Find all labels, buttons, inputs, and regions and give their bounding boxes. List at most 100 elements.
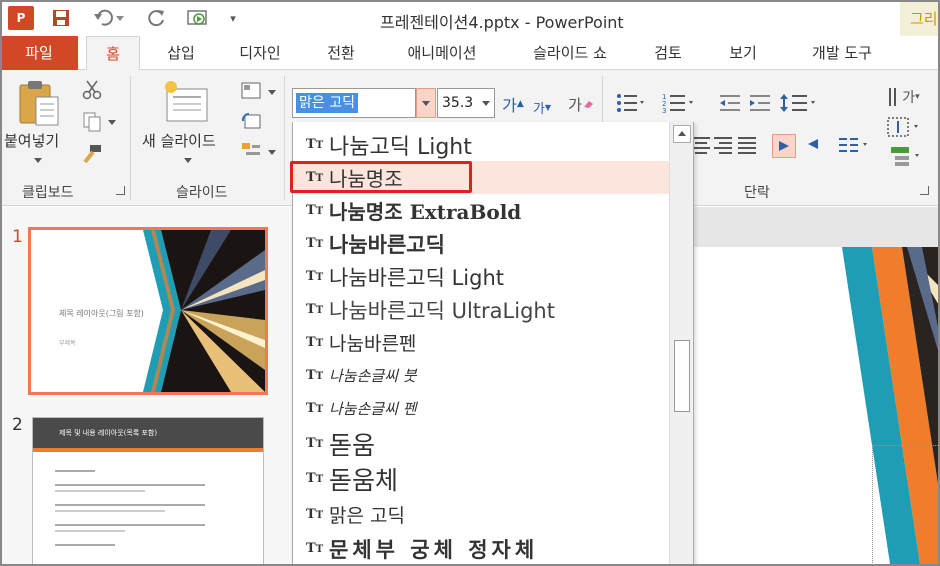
chevron-down-icon <box>482 101 490 106</box>
font-item-nanum-pen[interactable]: TT 나눔손글씨 펜 <box>293 392 669 425</box>
font-item-nanum-myeongjo-extrabold[interactable]: TT 나눔명조 ExtraBold <box>293 194 669 227</box>
font-list-scrollbar[interactable] <box>669 122 693 566</box>
truetype-icon: TT <box>306 203 324 218</box>
start-from-beginning-button[interactable] <box>186 6 210 30</box>
font-size-value[interactable]: 35.3 <box>442 95 473 111</box>
format-painter-button[interactable] <box>80 142 104 166</box>
font-item-nanum-brush[interactable]: TT 나눔손글씨 붓 <box>293 359 669 392</box>
align-text-button[interactable] <box>884 114 924 140</box>
scroll-up-button[interactable] <box>673 125 691 143</box>
copy-dropdown-icon[interactable] <box>108 120 116 125</box>
tab-slideshow[interactable]: 슬라이드 쇼 <box>512 36 628 70</box>
slide-thumbnail-2[interactable]: 제목 및 내용 레이아웃(목록 포함) <box>32 417 264 566</box>
slide2-body-lines <box>55 470 225 546</box>
columns-dropdown-button[interactable] <box>836 134 872 156</box>
font-item-label: 돋움 <box>329 430 376 460</box>
slide-thumbnails-panel[interactable]: 1 제목 레이아웃(그림 포함) 부제목 2 제목 및 내용 레이아웃(목록 포… <box>0 207 292 566</box>
chevron-up-icon <box>678 131 686 136</box>
shrink-font-icon: 가 <box>532 101 545 117</box>
align-center-icon <box>692 137 710 154</box>
tab-insert[interactable]: 삽입 <box>150 36 212 70</box>
font-name-value[interactable]: 맑은 고딕 <box>296 93 358 113</box>
align-right-button[interactable] <box>712 134 734 156</box>
paragraph-launcher-icon[interactable] <box>920 186 929 195</box>
copy-button[interactable] <box>80 110 104 134</box>
tab-review[interactable]: 검토 <box>638 36 698 70</box>
clipboard-icon <box>19 81 59 126</box>
undo-button[interactable] <box>92 6 126 30</box>
grow-font-icon: 가 <box>502 96 517 115</box>
font-item-dotum[interactable]: TT 돋움 <box>293 427 669 460</box>
svg-text:3: 3 <box>662 107 666 114</box>
section-dropdown-icon[interactable] <box>268 150 276 155</box>
cut-button[interactable] <box>80 78 104 102</box>
line-spacing-button[interactable] <box>778 90 818 116</box>
section-button[interactable] <box>238 140 264 162</box>
tab-design[interactable]: 디자인 <box>222 36 298 70</box>
justify-icon <box>738 137 756 154</box>
repeat-button[interactable] <box>146 6 168 30</box>
customize-toolbar-icon[interactable]: ▾ <box>226 6 240 30</box>
tab-partial-contextual[interactable]: 그리 <box>900 0 940 36</box>
font-item-nanum-myeongjo[interactable]: TT 나눔명조 <box>293 161 669 194</box>
shrink-font-button[interactable]: 가 ▼ <box>530 94 554 120</box>
text-rtl-button[interactable] <box>802 134 824 156</box>
font-size-combobox[interactable]: 35.3 <box>437 88 495 118</box>
font-item-malgun-gothic[interactable]: TT 맑은 고딕 <box>293 498 669 531</box>
slide2-header: 제목 및 내용 레이아웃(목록 포함) <box>59 429 158 437</box>
new-slide-button[interactable] <box>160 78 212 128</box>
font-item-nanum-barun-gothic[interactable]: TT 나눔바른고딕 <box>293 227 669 260</box>
tab-file[interactable]: 파일 <box>0 36 78 70</box>
reset-icon <box>241 112 261 129</box>
font-item-nanum-gothic-light[interactable]: TT 나눔고딕 Light <box>293 128 669 161</box>
font-name-dropdown-button[interactable] <box>416 88 436 118</box>
truetype-icon: TT <box>306 137 324 152</box>
chevron-down-icon <box>422 101 430 106</box>
columns-button[interactable] <box>772 134 796 158</box>
truetype-icon: TT <box>306 471 324 486</box>
paste-dropdown-icon[interactable] <box>34 158 42 163</box>
clipboard-launcher-icon[interactable] <box>116 186 125 195</box>
paste-button[interactable] <box>14 78 62 128</box>
font-item-nanum-barun-gothic-light[interactable]: TT 나눔바른고딕 Light <box>293 260 669 293</box>
layout-icon <box>241 82 261 99</box>
font-item-dotumche[interactable]: TT 돋움체 <box>293 462 669 495</box>
tab-transitions[interactable]: 전환 <box>310 36 372 70</box>
font-name-combobox[interactable]: 맑은 고딕 <box>292 88 416 118</box>
smartart-button[interactable] <box>886 144 926 168</box>
tab-animations[interactable]: 애니메이션 <box>386 36 498 70</box>
scissors-icon <box>82 80 102 100</box>
layout-button[interactable] <box>238 80 264 102</box>
slide-thumbnail-1[interactable]: 제목 레이아웃(그림 포함) 부제목 <box>28 227 268 395</box>
reset-slide-button[interactable] <box>238 110 264 132</box>
slide-canvas[interactable] <box>692 247 940 566</box>
eraser-icon <box>583 101 593 108</box>
tab-home[interactable]: 홈 <box>86 36 140 71</box>
paragraph-group-label: 단락 <box>744 185 770 201</box>
save-button[interactable] <box>50 6 72 30</box>
tab-developer[interactable]: 개발 도구 <box>790 36 894 70</box>
text-direction-button[interactable]: 가 ▾ <box>884 84 924 110</box>
bullets-button[interactable] <box>614 90 646 116</box>
scroll-thumb[interactable] <box>674 340 690 412</box>
font-dropdown-list[interactable]: TT 나눔고딕 Light TT 나눔명조 TT 나눔명조 ExtraBold … <box>292 122 694 566</box>
justify-button[interactable] <box>736 134 758 156</box>
font-item-label: 나눔고딕 Light <box>329 134 472 160</box>
truetype-icon: TT <box>306 302 324 317</box>
clear-formatting-icon: 가 <box>568 95 582 114</box>
numbering-button[interactable]: 123 <box>660 90 696 116</box>
repeat-icon <box>148 10 164 27</box>
decrease-indent-button[interactable] <box>716 90 744 116</box>
font-item-nanum-barun-gothic-ultralight[interactable]: TT 나눔바른고딕 UltraLight <box>293 293 669 326</box>
align-right-icon <box>714 137 732 154</box>
clear-formatting-button[interactable]: 가 <box>566 90 596 118</box>
new-slide-dropdown-icon[interactable] <box>184 158 192 163</box>
font-item-nanum-barun-pen[interactable]: TT 나눔바른펜 <box>293 326 669 359</box>
font-item-label: 나눔바른고딕 Light <box>329 265 505 290</box>
placeholder-border <box>872 445 940 446</box>
layout-dropdown-icon[interactable] <box>268 90 276 95</box>
tab-view[interactable]: 보기 <box>712 36 774 70</box>
font-item-munchebu-gungche[interactable]: TT 문체부 궁체 정자체 <box>293 532 669 565</box>
grow-font-button[interactable]: 가 ▲ <box>500 90 526 118</box>
increase-indent-button[interactable] <box>746 90 774 116</box>
